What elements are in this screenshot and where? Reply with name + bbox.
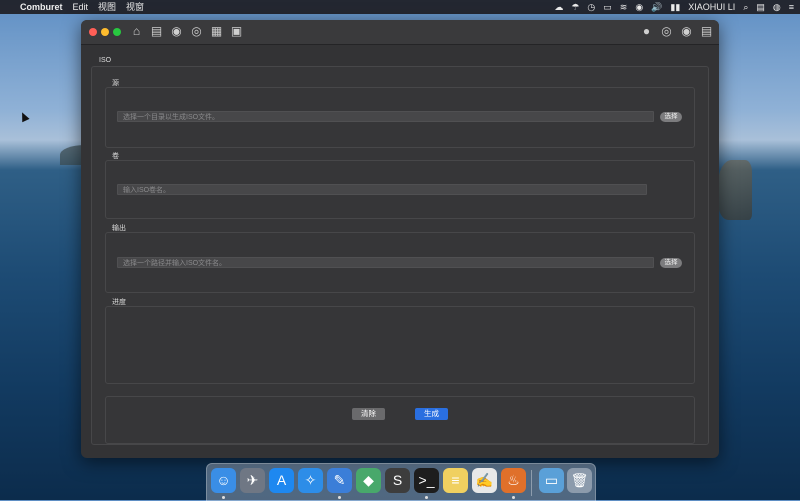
xcode-dock-icon[interactable]: ✎ bbox=[327, 468, 352, 493]
user-icon[interactable]: ● bbox=[639, 24, 654, 39]
vue-app-dock-icon[interactable]: ◆ bbox=[356, 468, 381, 493]
textedit-dock-icon[interactable]: ✍ bbox=[472, 468, 497, 493]
menu-view[interactable]: 视图 bbox=[98, 0, 116, 14]
dock-separator bbox=[531, 470, 532, 496]
menu-window[interactable]: 视窗 bbox=[126, 0, 144, 14]
window-close-button[interactable] bbox=[89, 28, 97, 36]
volume-icon[interactable]: 🔊 bbox=[651, 0, 662, 14]
sublime-dock-icon[interactable]: S bbox=[385, 468, 410, 493]
running-indicator bbox=[222, 496, 225, 499]
mouse-cursor bbox=[18, 110, 30, 123]
dock: ☺ ✈ A ✧ ✎ ◆ S >_ ≡ ✍ ♨ ▭ 🗑 bbox=[206, 463, 596, 501]
window-minimize-button[interactable] bbox=[101, 28, 109, 36]
downloads-folder-icon[interactable]: ▭ bbox=[539, 468, 564, 493]
panel-title-iso: ISO bbox=[99, 57, 112, 64]
clear-button[interactable]: 清除 bbox=[352, 408, 385, 420]
terminal-dock-icon[interactable]: >_ bbox=[414, 468, 439, 493]
notes-dock-icon[interactable]: ≡ bbox=[443, 468, 468, 493]
safari-dock-icon[interactable]: ✧ bbox=[298, 468, 323, 493]
battery-icon[interactable]: ▮▮ bbox=[670, 0, 680, 14]
app-store-dock-icon[interactable]: A bbox=[269, 468, 294, 493]
source-choose-button[interactable]: 选择 bbox=[660, 112, 682, 122]
dvd-icon[interactable]: ◉ bbox=[679, 24, 694, 39]
archive-file-icon[interactable]: ▣ bbox=[229, 24, 244, 39]
comburet-window: ⌂ ▤ ◉ ◎ ▦ ▣ ● ◎ ◉ ▤ ISO 源 选择一个目录以生成ISO文件… bbox=[81, 20, 719, 458]
running-indicator bbox=[425, 496, 428, 499]
status-app-icon[interactable]: ☂ bbox=[571, 0, 579, 14]
siri-icon[interactable]: ◍ bbox=[773, 0, 781, 14]
desktop-rocks bbox=[718, 160, 752, 220]
output-path-input[interactable]: 选择一个路径并输入ISO文件名。 bbox=[117, 257, 654, 268]
airplay-icon[interactable]: ▭ bbox=[603, 0, 612, 14]
source-path-input[interactable]: 选择一个目录以生成ISO文件。 bbox=[117, 111, 654, 122]
user-name[interactable]: XIAOHUI LI bbox=[688, 0, 735, 14]
actions-group bbox=[105, 396, 695, 444]
generate-button[interactable]: 生成 bbox=[415, 408, 448, 420]
output-choose-button[interactable]: 选择 bbox=[660, 258, 682, 268]
disc-icon[interactable]: ◉ bbox=[169, 24, 184, 39]
trash-icon[interactable]: 🗑 bbox=[567, 468, 592, 493]
volume-name-input[interactable]: 输入ISO卷名。 bbox=[117, 184, 647, 195]
notification-center-icon[interactable]: ≡ bbox=[789, 0, 794, 14]
input-flag-icon[interactable]: ▤ bbox=[756, 0, 765, 14]
document-icon[interactable]: ▤ bbox=[149, 24, 164, 39]
drive-icon[interactable]: ▤ bbox=[699, 24, 714, 39]
disc-burn-icon[interactable]: ◎ bbox=[189, 24, 204, 39]
creative-cloud-icon[interactable]: ☁ bbox=[554, 0, 563, 14]
window-titlebar[interactable]: ⌂ ▤ ◉ ◎ ▦ ▣ ● ◎ ◉ ▤ bbox=[81, 20, 719, 45]
running-indicator bbox=[338, 496, 341, 499]
window-zoom-button[interactable] bbox=[113, 28, 121, 36]
menu-bar: Comburet Edit 视图 视窗 ☁ ☂ ◷ ▭ ≋ ◉ 🔊 ▮▮ XIA… bbox=[0, 0, 800, 14]
progress-area bbox=[105, 306, 695, 384]
comburet-dock-icon[interactable]: ♨ bbox=[501, 468, 526, 493]
bluetooth-icon[interactable]: ≋ bbox=[620, 0, 628, 14]
finder-dock-icon[interactable]: ☺ bbox=[211, 468, 236, 493]
wifi-icon[interactable]: ◉ bbox=[635, 0, 643, 14]
menu-bar-status-area: ☁ ☂ ◷ ▭ ≋ ◉ 🔊 ▮▮ XIAOHUI LI ⌕ ▤ ◍ ≡ bbox=[546, 0, 794, 14]
launchpad-dock-icon[interactable]: ✈ bbox=[240, 468, 265, 493]
home-icon[interactable]: ⌂ bbox=[129, 24, 144, 39]
running-indicator bbox=[512, 496, 515, 499]
image-file-icon[interactable]: ▦ bbox=[209, 24, 224, 39]
cd-icon[interactable]: ◎ bbox=[659, 24, 674, 39]
spotlight-search-icon[interactable]: ⌕ bbox=[743, 0, 748, 14]
time-machine-icon[interactable]: ◷ bbox=[587, 0, 595, 14]
menu-edit[interactable]: Edit bbox=[73, 0, 89, 14]
app-menu[interactable]: Comburet bbox=[20, 0, 63, 14]
